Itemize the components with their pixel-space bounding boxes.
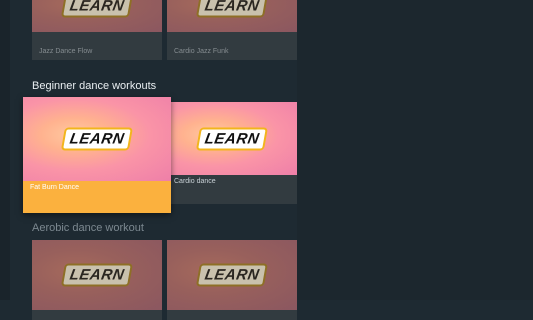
video-card-jazz-dance-flow[interactable]: LEARN Jazz Dance Flow (32, 0, 162, 60)
thumbnail: LEARN (167, 102, 297, 175)
video-card-cardio-jazz-funk[interactable]: LEARN Cardio Jazz Funk (167, 0, 297, 60)
learn-badge: LEARN (195, 0, 269, 18)
thumbnail: LEARN (23, 97, 171, 181)
learn-badge: LEARN (195, 263, 269, 287)
thumbnail: LEARN (32, 0, 162, 32)
video-card-cardio-dance[interactable]: LEARN Cardio dance (167, 102, 297, 204)
card-title: Fat Burn Dance (30, 184, 80, 191)
learn-badge: LEARN (195, 127, 269, 150)
learn-badge: LEARN (60, 0, 134, 18)
left-rail (0, 0, 10, 300)
row-title-aerobic-dance-workout: Aerobic dance workout (32, 222, 144, 234)
right-side-panel (297, 0, 533, 300)
video-card[interactable]: LEARN (32, 240, 162, 320)
card-title: Cardio Jazz Funk (174, 48, 229, 55)
thumbnail: LEARN (167, 0, 297, 32)
card-title: Cardio dance (174, 178, 216, 185)
video-card-fat-burn-dance[interactable]: LEARN Fat Burn Dance (23, 97, 171, 213)
learn-badge: LEARN (60, 263, 134, 287)
card-title: Jazz Dance Flow (39, 48, 93, 55)
learn-badge: LEARN (60, 127, 134, 151)
row-title-beginner-dance-workouts: Beginner dance workouts (32, 80, 157, 92)
video-card[interactable]: LEARN (167, 240, 297, 320)
